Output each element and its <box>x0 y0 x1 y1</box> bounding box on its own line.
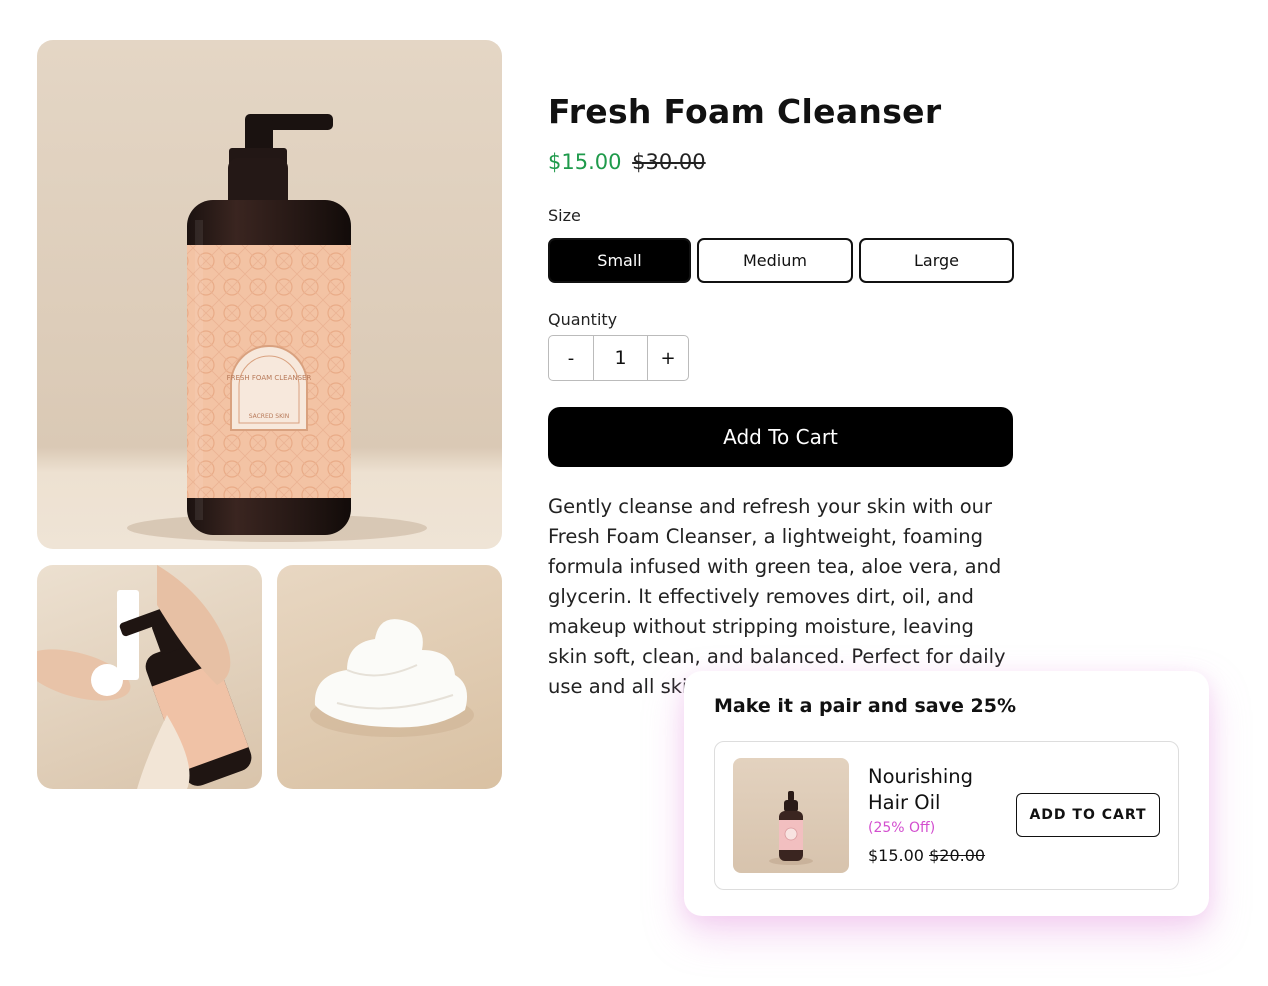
size-label: Size <box>548 206 581 225</box>
upsell-product: Nourishing Hair Oil (25% Off) $15.00 $20… <box>714 741 1179 890</box>
upsell-title: Make it a pair and save 25% <box>714 695 1016 717</box>
quantity-increase-button[interactable]: + <box>648 336 688 380</box>
quantity-stepper: - 1 + <box>548 335 689 381</box>
upsell-add-to-cart-button[interactable]: ADD TO CART <box>1016 793 1160 837</box>
product-thumbnail-foam[interactable] <box>277 565 502 789</box>
price-row: $15.00 $30.00 <box>548 150 706 174</box>
quantity-value[interactable]: 1 <box>594 336 648 380</box>
foam-image <box>310 619 474 737</box>
product-main-image[interactable]: FRESH FOAM CLEANSER SACRED SKIN <box>37 40 502 549</box>
upsell-discount: (25% Off) <box>868 820 936 836</box>
quantity-decrease-button[interactable]: - <box>549 336 594 380</box>
cleanser-bottle-image: FRESH FOAM CLEANSER SACRED SKIN <box>127 114 427 542</box>
sale-price: $15.00 <box>548 150 622 174</box>
upsell-card: Make it a pair and save 25% Nourishing H… <box>684 671 1209 916</box>
upsell-product-image[interactable] <box>733 758 849 873</box>
hair-oil-bottle-image <box>769 791 813 865</box>
product-thumbnail-hands[interactable] <box>37 565 262 789</box>
upsell-original-price: $20.00 <box>929 846 986 865</box>
upsell-price-row: $15.00 $20.00 <box>868 846 985 865</box>
hands-pump-image <box>37 565 252 789</box>
size-option-small[interactable]: Small <box>548 238 691 283</box>
original-price: $30.00 <box>632 150 706 174</box>
size-option-medium[interactable]: Medium <box>697 238 853 283</box>
bottle-label-name: FRESH FOAM CLEANSER <box>227 374 312 382</box>
size-option-large[interactable]: Large <box>859 238 1014 283</box>
upsell-product-name[interactable]: Nourishing Hair Oil <box>868 764 993 816</box>
bottle-label-brand: SACRED SKIN <box>249 413 290 420</box>
product-title: Fresh Foam Cleanser <box>548 92 942 131</box>
quantity-label: Quantity <box>548 310 618 329</box>
add-to-cart-button[interactable]: Add To Cart <box>548 407 1013 467</box>
upsell-sale-price: $15.00 <box>868 846 924 865</box>
